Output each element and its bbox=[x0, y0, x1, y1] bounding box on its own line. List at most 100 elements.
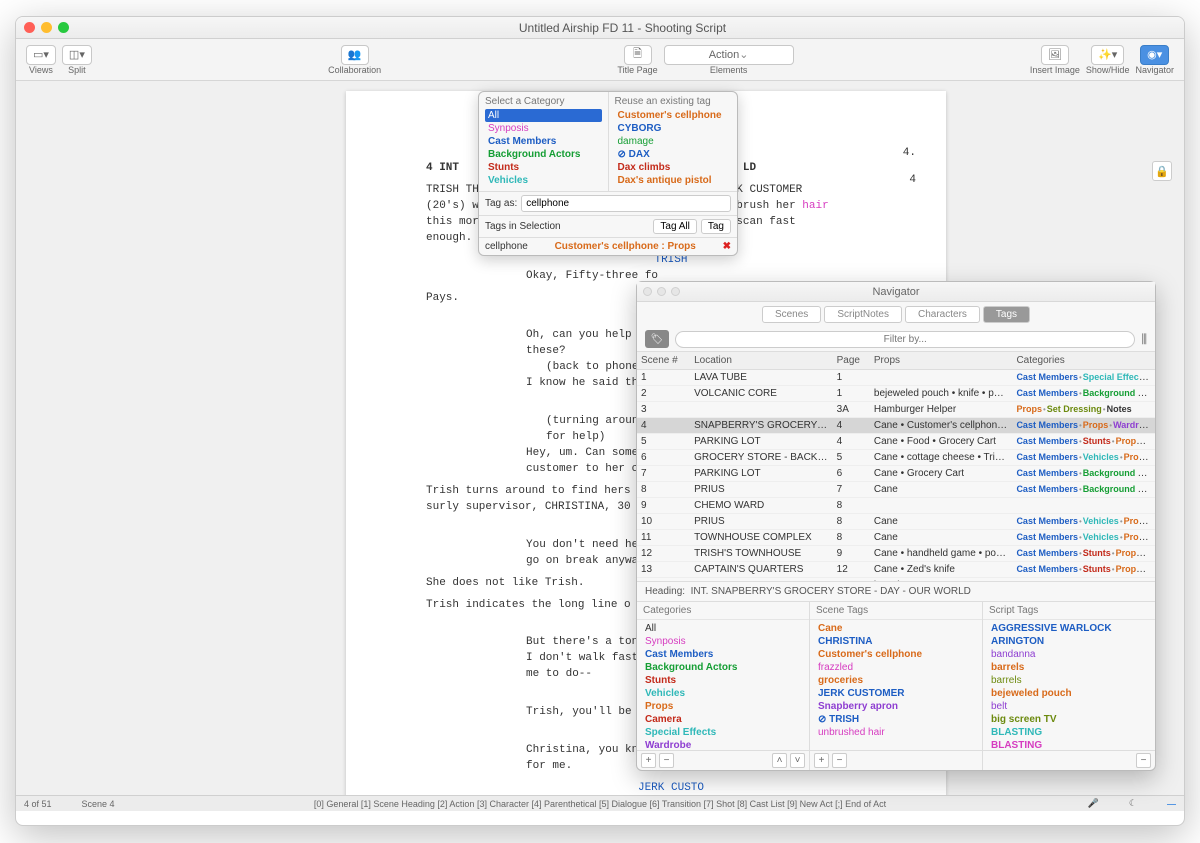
list-item[interactable]: Stunts bbox=[643, 674, 803, 687]
columns-icon[interactable]: ⫼ bbox=[1141, 332, 1147, 347]
table-header[interactable]: Location bbox=[690, 352, 833, 370]
table-header[interactable]: Scene # bbox=[637, 352, 690, 370]
list-item[interactable]: Special Effects bbox=[643, 726, 803, 739]
tag-existing-item[interactable]: damage bbox=[615, 135, 732, 148]
navigator-label: Navigator bbox=[1135, 65, 1174, 75]
navigator-tab[interactable]: Characters bbox=[905, 306, 980, 323]
col-head-script-tags: Script Tags bbox=[983, 602, 1155, 620]
title-page-button[interactable]: 🗎 bbox=[624, 45, 652, 65]
list-item[interactable]: ⊘ TRISH bbox=[816, 713, 976, 726]
mic-icon[interactable]: 🎤 bbox=[1088, 798, 1099, 809]
collaboration-button[interactable]: 👥 bbox=[341, 45, 369, 65]
list-item[interactable]: JERK CUSTOMER bbox=[816, 687, 976, 700]
tag-existing-item[interactable]: CYBORG bbox=[615, 122, 732, 135]
list-item[interactable]: Props bbox=[643, 700, 803, 713]
insert-image-button[interactable]: 🖼 bbox=[1041, 45, 1069, 65]
list-item[interactable]: BLASTING bbox=[989, 739, 1149, 750]
tag-all-button[interactable]: Tag All bbox=[653, 219, 696, 234]
close-window-button[interactable] bbox=[24, 22, 35, 33]
tag-existing-item[interactable]: ⊘ DAX bbox=[615, 148, 732, 161]
table-row[interactable]: 11TOWNHOUSE COMPLEX8CaneCast Members•Veh… bbox=[637, 530, 1155, 546]
table-row[interactable]: 8PRIUS7CaneCast Members•Background Actor… bbox=[637, 482, 1155, 498]
list-item[interactable]: Snapberry apron bbox=[816, 700, 976, 713]
list-item[interactable]: Wardrobe bbox=[643, 739, 803, 750]
tag-categories-column: Select a Category AllSynposisCast Member… bbox=[479, 92, 609, 191]
list-item[interactable]: groceries bbox=[816, 674, 976, 687]
table-row[interactable]: 5PARKING LOT4Cane • Food • Grocery CartC… bbox=[637, 434, 1155, 450]
table-row[interactable]: 33AHamburger HelperProps•Set Dressing•No… bbox=[637, 402, 1155, 418]
table-row[interactable]: 2VOLCANIC CORE1bejeweled pouch • knife •… bbox=[637, 386, 1155, 402]
element-select[interactable]: Action ⌄ bbox=[664, 45, 794, 65]
table-row[interactable]: 4SNAPBERRY'S GROCERY ST…4Cane • Customer… bbox=[637, 418, 1155, 434]
table-header[interactable]: Categories bbox=[1012, 352, 1155, 370]
remove-category-button[interactable]: − bbox=[659, 753, 674, 768]
remove-scene-tag-button[interactable]: − bbox=[832, 753, 847, 768]
table-row[interactable]: 1LAVA TUBE1Cast Members•Special Effects•… bbox=[637, 370, 1155, 386]
list-item[interactable]: bejeweled pouch bbox=[989, 687, 1149, 700]
tag-existing-item[interactable]: Dax's antique pistol bbox=[615, 174, 732, 187]
tag-category-item[interactable]: Synposis bbox=[485, 122, 602, 135]
remove-tag-icon[interactable]: ✖ bbox=[723, 241, 731, 252]
list-item[interactable]: Synposis bbox=[643, 635, 803, 648]
list-item[interactable]: frazzled bbox=[816, 661, 976, 674]
tag-existing-item[interactable]: Dax climbs bbox=[615, 161, 732, 174]
list-item[interactable]: Background Actors bbox=[643, 661, 803, 674]
list-item[interactable]: BLASTING bbox=[989, 726, 1149, 739]
navigator-tab[interactable]: ScriptNotes bbox=[824, 306, 902, 323]
tag-mode-button[interactable]: 🏷 bbox=[645, 330, 669, 348]
navigator-filter-input[interactable] bbox=[675, 331, 1135, 348]
list-item[interactable]: barrels bbox=[989, 661, 1149, 674]
up-button[interactable]: ˄ bbox=[772, 753, 787, 768]
add-scene-tag-button[interactable]: + bbox=[814, 753, 829, 768]
collapse-icon[interactable]: — bbox=[1167, 799, 1176, 809]
night-mode-icon[interactable]: ☾ bbox=[1129, 798, 1137, 809]
table-row[interactable]: 9CHEMO WARD8 bbox=[637, 498, 1155, 514]
navigator-table[interactable]: Scene #LocationPagePropsCategories1LAVA … bbox=[637, 352, 1155, 582]
list-item[interactable]: ARINGTON bbox=[989, 635, 1149, 648]
list-item[interactable]: Vehicles bbox=[643, 687, 803, 700]
navigator-button[interactable]: ◉▾ bbox=[1140, 45, 1169, 65]
list-item[interactable]: Cane bbox=[816, 622, 976, 635]
list-item[interactable]: big screen TV bbox=[989, 713, 1149, 726]
table-row[interactable]: 6GROCERY STORE - BACK OF…5Cane • cottage… bbox=[637, 450, 1155, 466]
col-head-scene-tags: Scene Tags bbox=[810, 602, 982, 620]
maximize-window-button[interactable] bbox=[58, 22, 69, 33]
list-item[interactable]: unbrushed hair bbox=[816, 726, 976, 739]
tag-category-item[interactable]: Background Actors bbox=[485, 148, 602, 161]
views-button[interactable]: ▭▾ bbox=[26, 45, 56, 65]
table-row[interactable]: 7PARKING LOT6Cane • Grocery CartCast Mem… bbox=[637, 466, 1155, 482]
navigator-tab[interactable]: Tags bbox=[983, 306, 1030, 323]
add-category-button[interactable]: + bbox=[641, 753, 656, 768]
tag-existing-item[interactable]: Customer's cellphone bbox=[615, 109, 732, 122]
list-item[interactable]: barrels bbox=[989, 674, 1149, 687]
tag-category-item[interactable]: Vehicles bbox=[485, 174, 602, 187]
tag-as-input[interactable] bbox=[521, 195, 731, 212]
toolbar: ▭▾ Views ◫▾ Split 👥 Collaboration 🗎 Titl… bbox=[16, 39, 1184, 81]
table-header[interactable]: Page bbox=[833, 352, 870, 370]
table-row[interactable]: 13CAPTAIN'S QUARTERS12Cane • Zed's knife… bbox=[637, 562, 1155, 578]
list-item[interactable]: Customer's cellphone bbox=[816, 648, 976, 661]
tag-category-item[interactable]: Cast Members bbox=[485, 135, 602, 148]
remove-script-tag-button[interactable]: − bbox=[1136, 753, 1151, 768]
navigator-tab[interactable]: Scenes bbox=[762, 306, 821, 323]
list-item[interactable]: AGGRESSIVE WARLOCK bbox=[989, 622, 1149, 635]
split-button[interactable]: ◫▾ bbox=[62, 45, 92, 65]
list-item[interactable]: Cast Members bbox=[643, 648, 803, 661]
page-number: 4. bbox=[903, 146, 916, 162]
minimize-window-button[interactable] bbox=[41, 22, 52, 33]
col-head-categories: Categories bbox=[637, 602, 809, 620]
tag-category-item[interactable]: Stunts bbox=[485, 161, 602, 174]
table-header[interactable]: Props bbox=[870, 352, 1013, 370]
down-button[interactable]: ˅ bbox=[790, 753, 805, 768]
show-hide-button[interactable]: ✨▾ bbox=[1091, 45, 1124, 65]
table-row[interactable]: 10PRIUS8CaneCast Members•Vehicles•Props•… bbox=[637, 514, 1155, 530]
list-item[interactable]: Camera bbox=[643, 713, 803, 726]
list-item[interactable]: CHRISTINA bbox=[816, 635, 976, 648]
list-item[interactable]: All bbox=[643, 622, 803, 635]
list-item[interactable]: bandanna bbox=[989, 648, 1149, 661]
table-row[interactable]: 12TRISH'S TOWNHOUSE9Cane • handheld game… bbox=[637, 546, 1155, 562]
tag-button[interactable]: Tag bbox=[701, 219, 731, 234]
list-item[interactable]: belt bbox=[989, 700, 1149, 713]
lock-icon[interactable]: 🔒 bbox=[1152, 161, 1172, 181]
tag-category-item[interactable]: All bbox=[485, 109, 602, 122]
